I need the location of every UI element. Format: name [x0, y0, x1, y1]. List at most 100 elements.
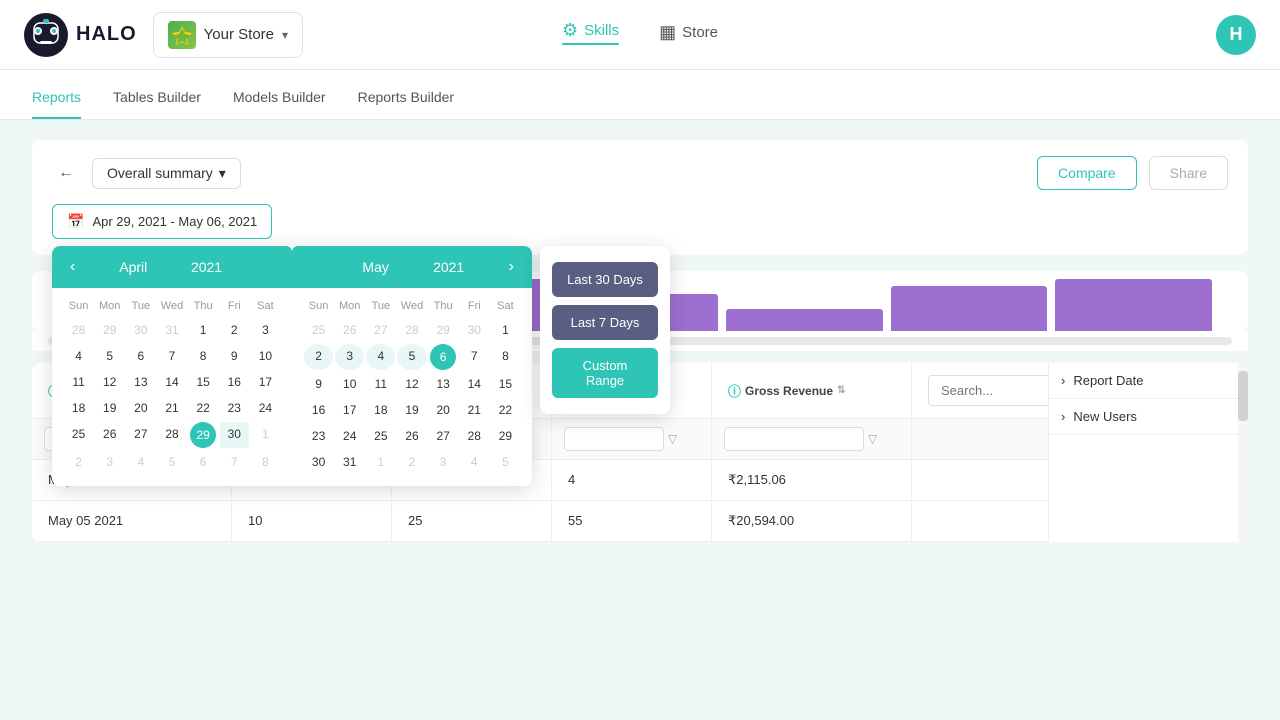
may-day[interactable]: 31 [335, 450, 364, 474]
may-day[interactable]: 1 [491, 318, 520, 342]
may-day[interactable]: 18 [366, 398, 395, 422]
may-day[interactable]: 10 [335, 372, 364, 396]
store-selector[interactable]: Your Store ▾ [153, 12, 303, 58]
april-day[interactable]: 28 [157, 422, 186, 448]
col-item-report-date[interactable]: › Report Date [1049, 363, 1248, 399]
may-day[interactable]: 13 [429, 372, 458, 396]
last30-button[interactable]: Last 30 Days [552, 262, 658, 297]
may-day-4[interactable]: 4 [366, 344, 395, 370]
back-button[interactable]: ← [52, 159, 80, 187]
may-day-2[interactable]: 2 [304, 344, 333, 370]
may-day[interactable]: 30 [460, 318, 489, 342]
nav-skills[interactable]: ⚙ Skills [562, 20, 619, 49]
subnav-models-builder[interactable]: Models Builder [233, 89, 326, 119]
april-day[interactable]: 17 [251, 370, 280, 394]
april-day[interactable]: 24 [251, 396, 280, 420]
april-day[interactable]: 6 [189, 450, 218, 474]
may-day[interactable]: 27 [366, 318, 395, 342]
may-day[interactable]: 19 [397, 398, 426, 422]
subnav-reports-builder[interactable]: Reports Builder [358, 89, 455, 119]
may-day-6[interactable]: 6 [430, 344, 456, 370]
may-day[interactable]: 20 [429, 398, 458, 422]
april-day[interactable]: 1 [251, 422, 280, 448]
may-day[interactable]: 24 [335, 424, 364, 448]
april-day[interactable]: 8 [251, 450, 280, 474]
subnav-tables-builder[interactable]: Tables Builder [113, 89, 201, 119]
april-day[interactable]: 29 [95, 318, 124, 342]
filter-icon-revenue[interactable]: ▽ [868, 432, 877, 446]
may-day[interactable]: 25 [304, 318, 333, 342]
april-day[interactable]: 7 [220, 450, 249, 474]
april-day-29[interactable]: 29 [190, 422, 216, 448]
may-day[interactable]: 7 [460, 344, 489, 370]
user-avatar[interactable]: H [1216, 15, 1256, 55]
scrollbar-thumb[interactable] [1238, 371, 1248, 421]
may-day[interactable]: 27 [429, 424, 458, 448]
april-day[interactable]: 3 [95, 450, 124, 474]
may-day[interactable]: 17 [335, 398, 364, 422]
sort-icon-revenue[interactable]: ⇅ [837, 385, 845, 396]
custom-range-button[interactable]: Custom Range [552, 348, 658, 398]
april-day[interactable]: 26 [95, 422, 124, 448]
nav-store[interactable]: ▦ Store [659, 22, 718, 47]
may-day[interactable]: 8 [491, 344, 520, 370]
scrollbar-track[interactable] [1238, 363, 1248, 542]
april-day[interactable]: 7 [157, 344, 186, 368]
april-day[interactable]: 4 [126, 450, 155, 474]
may-day[interactable]: 5 [491, 450, 520, 474]
april-day[interactable]: 11 [64, 370, 93, 394]
april-day[interactable]: 15 [189, 370, 218, 394]
april-day[interactable]: 14 [157, 370, 186, 394]
report-title-selector[interactable]: Overall summary ▾ [92, 158, 241, 189]
may-day[interactable]: 29 [429, 318, 458, 342]
april-day[interactable]: 2 [220, 318, 249, 342]
may-day[interactable]: 9 [304, 372, 333, 396]
may-day[interactable]: 26 [397, 424, 426, 448]
april-day[interactable]: 19 [95, 396, 124, 420]
april-day[interactable]: 16 [220, 370, 249, 394]
april-day[interactable]: 13 [126, 370, 155, 394]
april-day[interactable]: 28 [64, 318, 93, 342]
may-day[interactable]: 28 [460, 424, 489, 448]
april-day[interactable]: 18 [64, 396, 93, 420]
prev-month-button[interactable]: ‹ [62, 256, 83, 278]
april-day[interactable]: 25 [64, 422, 93, 448]
april-day[interactable]: 3 [251, 318, 280, 342]
april-day[interactable]: 5 [157, 450, 186, 474]
may-day[interactable]: 1 [366, 450, 395, 474]
may-day[interactable]: 11 [366, 372, 395, 396]
april-day[interactable]: 20 [126, 396, 155, 420]
april-day[interactable]: 22 [189, 396, 218, 420]
may-day-3[interactable]: 3 [335, 344, 364, 370]
april-day[interactable]: 23 [220, 396, 249, 420]
may-day[interactable]: 30 [304, 450, 333, 474]
may-day[interactable]: 25 [366, 424, 395, 448]
april-day[interactable]: 8 [189, 344, 218, 368]
date-range-picker[interactable]: 📅 Apr 29, 2021 - May 06, 2021 [52, 204, 272, 239]
april-day[interactable]: 9 [220, 344, 249, 368]
may-day[interactable]: 3 [429, 450, 458, 474]
next-month-button[interactable]: › [501, 256, 522, 278]
col-item-new-users[interactable]: › New Users [1049, 399, 1248, 435]
april-day[interactable]: 1 [189, 318, 218, 342]
april-day[interactable]: 31 [157, 318, 186, 342]
may-day[interactable]: 23 [304, 424, 333, 448]
may-day[interactable]: 14 [460, 372, 489, 396]
april-day[interactable]: 2 [64, 450, 93, 474]
may-day[interactable]: 4 [460, 450, 489, 474]
may-day[interactable]: 2 [397, 450, 426, 474]
may-day[interactable]: 22 [491, 398, 520, 422]
april-day[interactable]: 6 [126, 344, 155, 368]
revenue-filter-input[interactable] [724, 427, 864, 451]
april-day[interactable]: 5 [95, 344, 124, 368]
may-day[interactable]: 16 [304, 398, 333, 422]
may-day-5[interactable]: 5 [397, 344, 426, 370]
may-day[interactable]: 15 [491, 372, 520, 396]
april-day-30[interactable]: 30 [220, 422, 249, 448]
subnav-reports[interactable]: Reports [32, 89, 81, 119]
april-day[interactable]: 4 [64, 344, 93, 368]
may-day[interactable]: 12 [397, 372, 426, 396]
may-day[interactable]: 26 [335, 318, 364, 342]
may-day[interactable]: 21 [460, 398, 489, 422]
last7-button[interactable]: Last 7 Days [552, 305, 658, 340]
